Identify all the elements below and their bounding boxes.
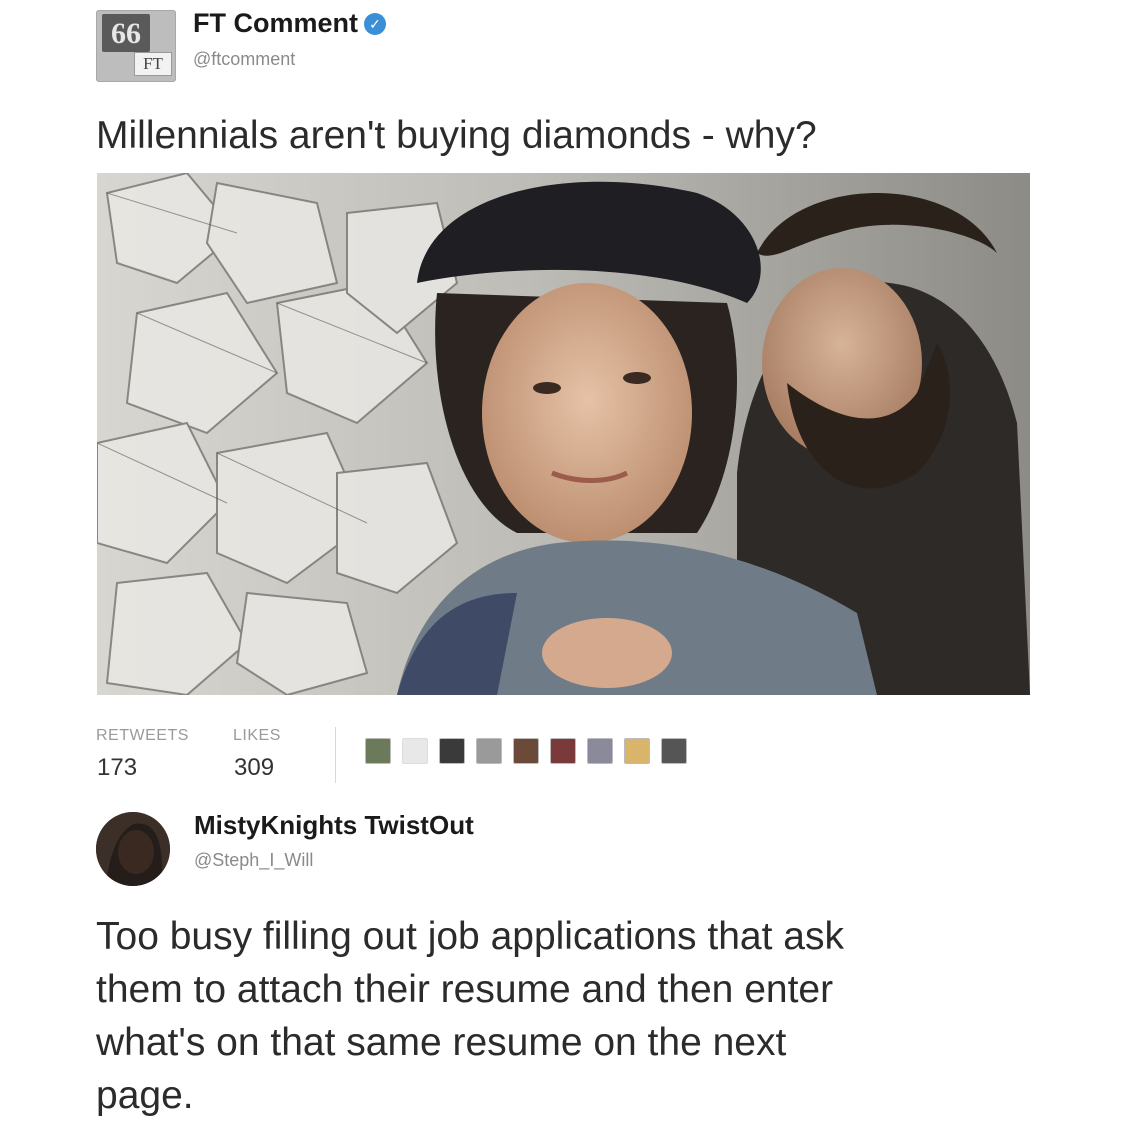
tweet-text: Millennials aren't buying diamonds - why…	[96, 114, 817, 157]
ft-comment-avatar[interactable]: 66 FT	[96, 10, 176, 82]
liker-avatar[interactable]	[661, 738, 687, 764]
reply-text-line: what's on that same resume on the next	[96, 1021, 787, 1064]
liker-avatar[interactable]	[476, 738, 502, 764]
tweet-author[interactable]: FT Comment ✓	[193, 8, 386, 39]
ft-logo-icon: FT	[134, 52, 172, 76]
likes-label: LIKES	[233, 727, 281, 744]
liker-avatar[interactable]	[550, 738, 576, 764]
reply-author-avatar[interactable]	[96, 812, 170, 886]
likes-count[interactable]: 309	[234, 754, 274, 782]
liker-avatar[interactable]	[365, 738, 391, 764]
stats-divider	[335, 727, 336, 783]
liker-avatar[interactable]	[587, 738, 613, 764]
reply-author-name[interactable]: MistyKnights TwistOut	[194, 810, 474, 841]
liker-avatar[interactable]	[439, 738, 465, 764]
liker-avatar[interactable]	[402, 738, 428, 764]
person-avatar-icon	[96, 812, 170, 886]
author-display-name[interactable]: FT Comment	[193, 8, 358, 38]
quote-logo-icon: 66	[102, 14, 150, 52]
reply-text: Too busy filling out job applications th…	[96, 910, 844, 1122]
retweets-label: RETWEETS	[96, 727, 189, 744]
reply-text-line: them to attach their resume and then ent…	[96, 968, 834, 1011]
reply-text-line: page.	[96, 1074, 194, 1117]
likers-row	[365, 738, 687, 764]
liker-avatar[interactable]	[513, 738, 539, 764]
liker-avatar[interactable]	[624, 738, 650, 764]
couple-diamonds-photo	[97, 173, 1030, 695]
retweets-count[interactable]: 173	[97, 754, 137, 782]
tweet-photo[interactable]	[97, 173, 1030, 695]
author-handle[interactable]: @ftcomment	[193, 49, 295, 70]
verified-badge-icon: ✓	[364, 13, 386, 35]
reply-author-handle[interactable]: @Steph_I_Will	[194, 850, 313, 871]
reply-text-line: Too busy filling out job applications th…	[96, 915, 844, 958]
